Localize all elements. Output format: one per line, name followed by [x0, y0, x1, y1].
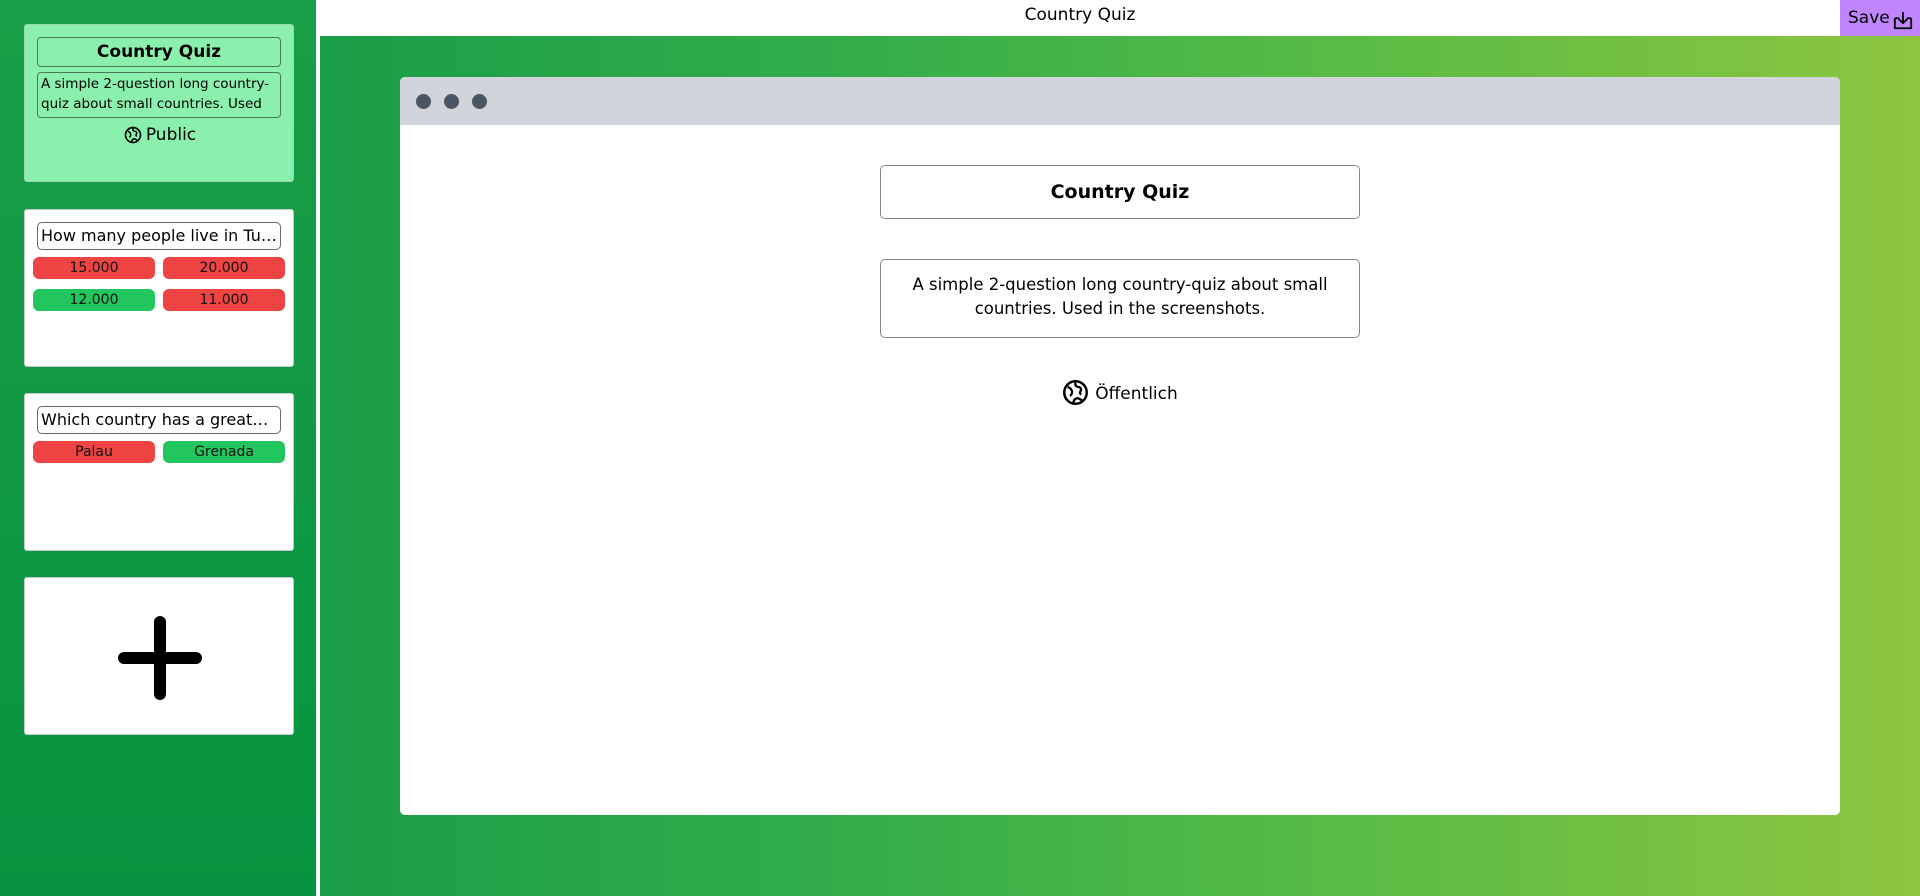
save-button-label: Save — [1848, 8, 1890, 28]
question-1-answer-2: 20.000 — [163, 257, 285, 279]
question-2-text: Which country has a greater population? — [37, 406, 281, 434]
top-bar: Country Quiz Save — [320, 0, 1920, 36]
cover-card-title: Country Quiz — [37, 37, 281, 67]
app-root: Country Quiz A simple 2-question long co… — [0, 0, 1920, 896]
question-1-text: How many people live in Tuvalu? — [37, 222, 281, 250]
window-dot-icon — [472, 94, 487, 109]
visibility-toggle[interactable]: Öffentlich — [880, 379, 1360, 411]
question-2-answer-2: Grenada — [163, 441, 285, 463]
slide-card-question-1[interactable]: How many people live in Tuvalu? 15.000 2… — [24, 209, 294, 367]
quiz-title-input[interactable]: Country Quiz — [880, 165, 1360, 219]
globe-icon — [124, 126, 142, 151]
window-dot-icon — [416, 94, 431, 109]
quiz-title-header: Country Quiz — [1024, 5, 1136, 25]
question-1-answer-3: 12.000 — [33, 289, 155, 311]
window-title-bar — [400, 77, 1840, 125]
cover-card-visibility: Public — [25, 123, 295, 151]
question-2-answer-1: Palau — [33, 441, 155, 463]
visibility-label: Öffentlich — [1095, 384, 1178, 404]
window-dot-icon — [444, 94, 459, 109]
slide-card-cover[interactable]: Country Quiz A simple 2-question long co… — [24, 24, 294, 182]
cover-card-description: A simple 2-question long country-quiz ab… — [37, 72, 281, 118]
add-slide-button[interactable] — [24, 577, 294, 735]
save-icon — [1892, 8, 1914, 44]
save-button[interactable]: Save — [1840, 0, 1920, 36]
cover-card-visibility-label: Public — [145, 125, 197, 145]
quiz-description-input[interactable]: A simple 2-question long country-quiz ab… — [880, 259, 1360, 338]
slide-preview-window: Country Quiz A simple 2-question long co… — [400, 77, 1840, 815]
question-1-answer-4: 11.000 — [163, 289, 285, 311]
slide-sidebar: Country Quiz A simple 2-question long co… — [0, 0, 318, 896]
globe-icon — [1062, 379, 1089, 415]
question-1-answer-1: 15.000 — [33, 257, 155, 279]
slide-card-question-2[interactable]: Which country has a greater population? … — [24, 393, 294, 551]
editor-area: Country Quiz Save Country Quiz A simple … — [320, 0, 1920, 896]
